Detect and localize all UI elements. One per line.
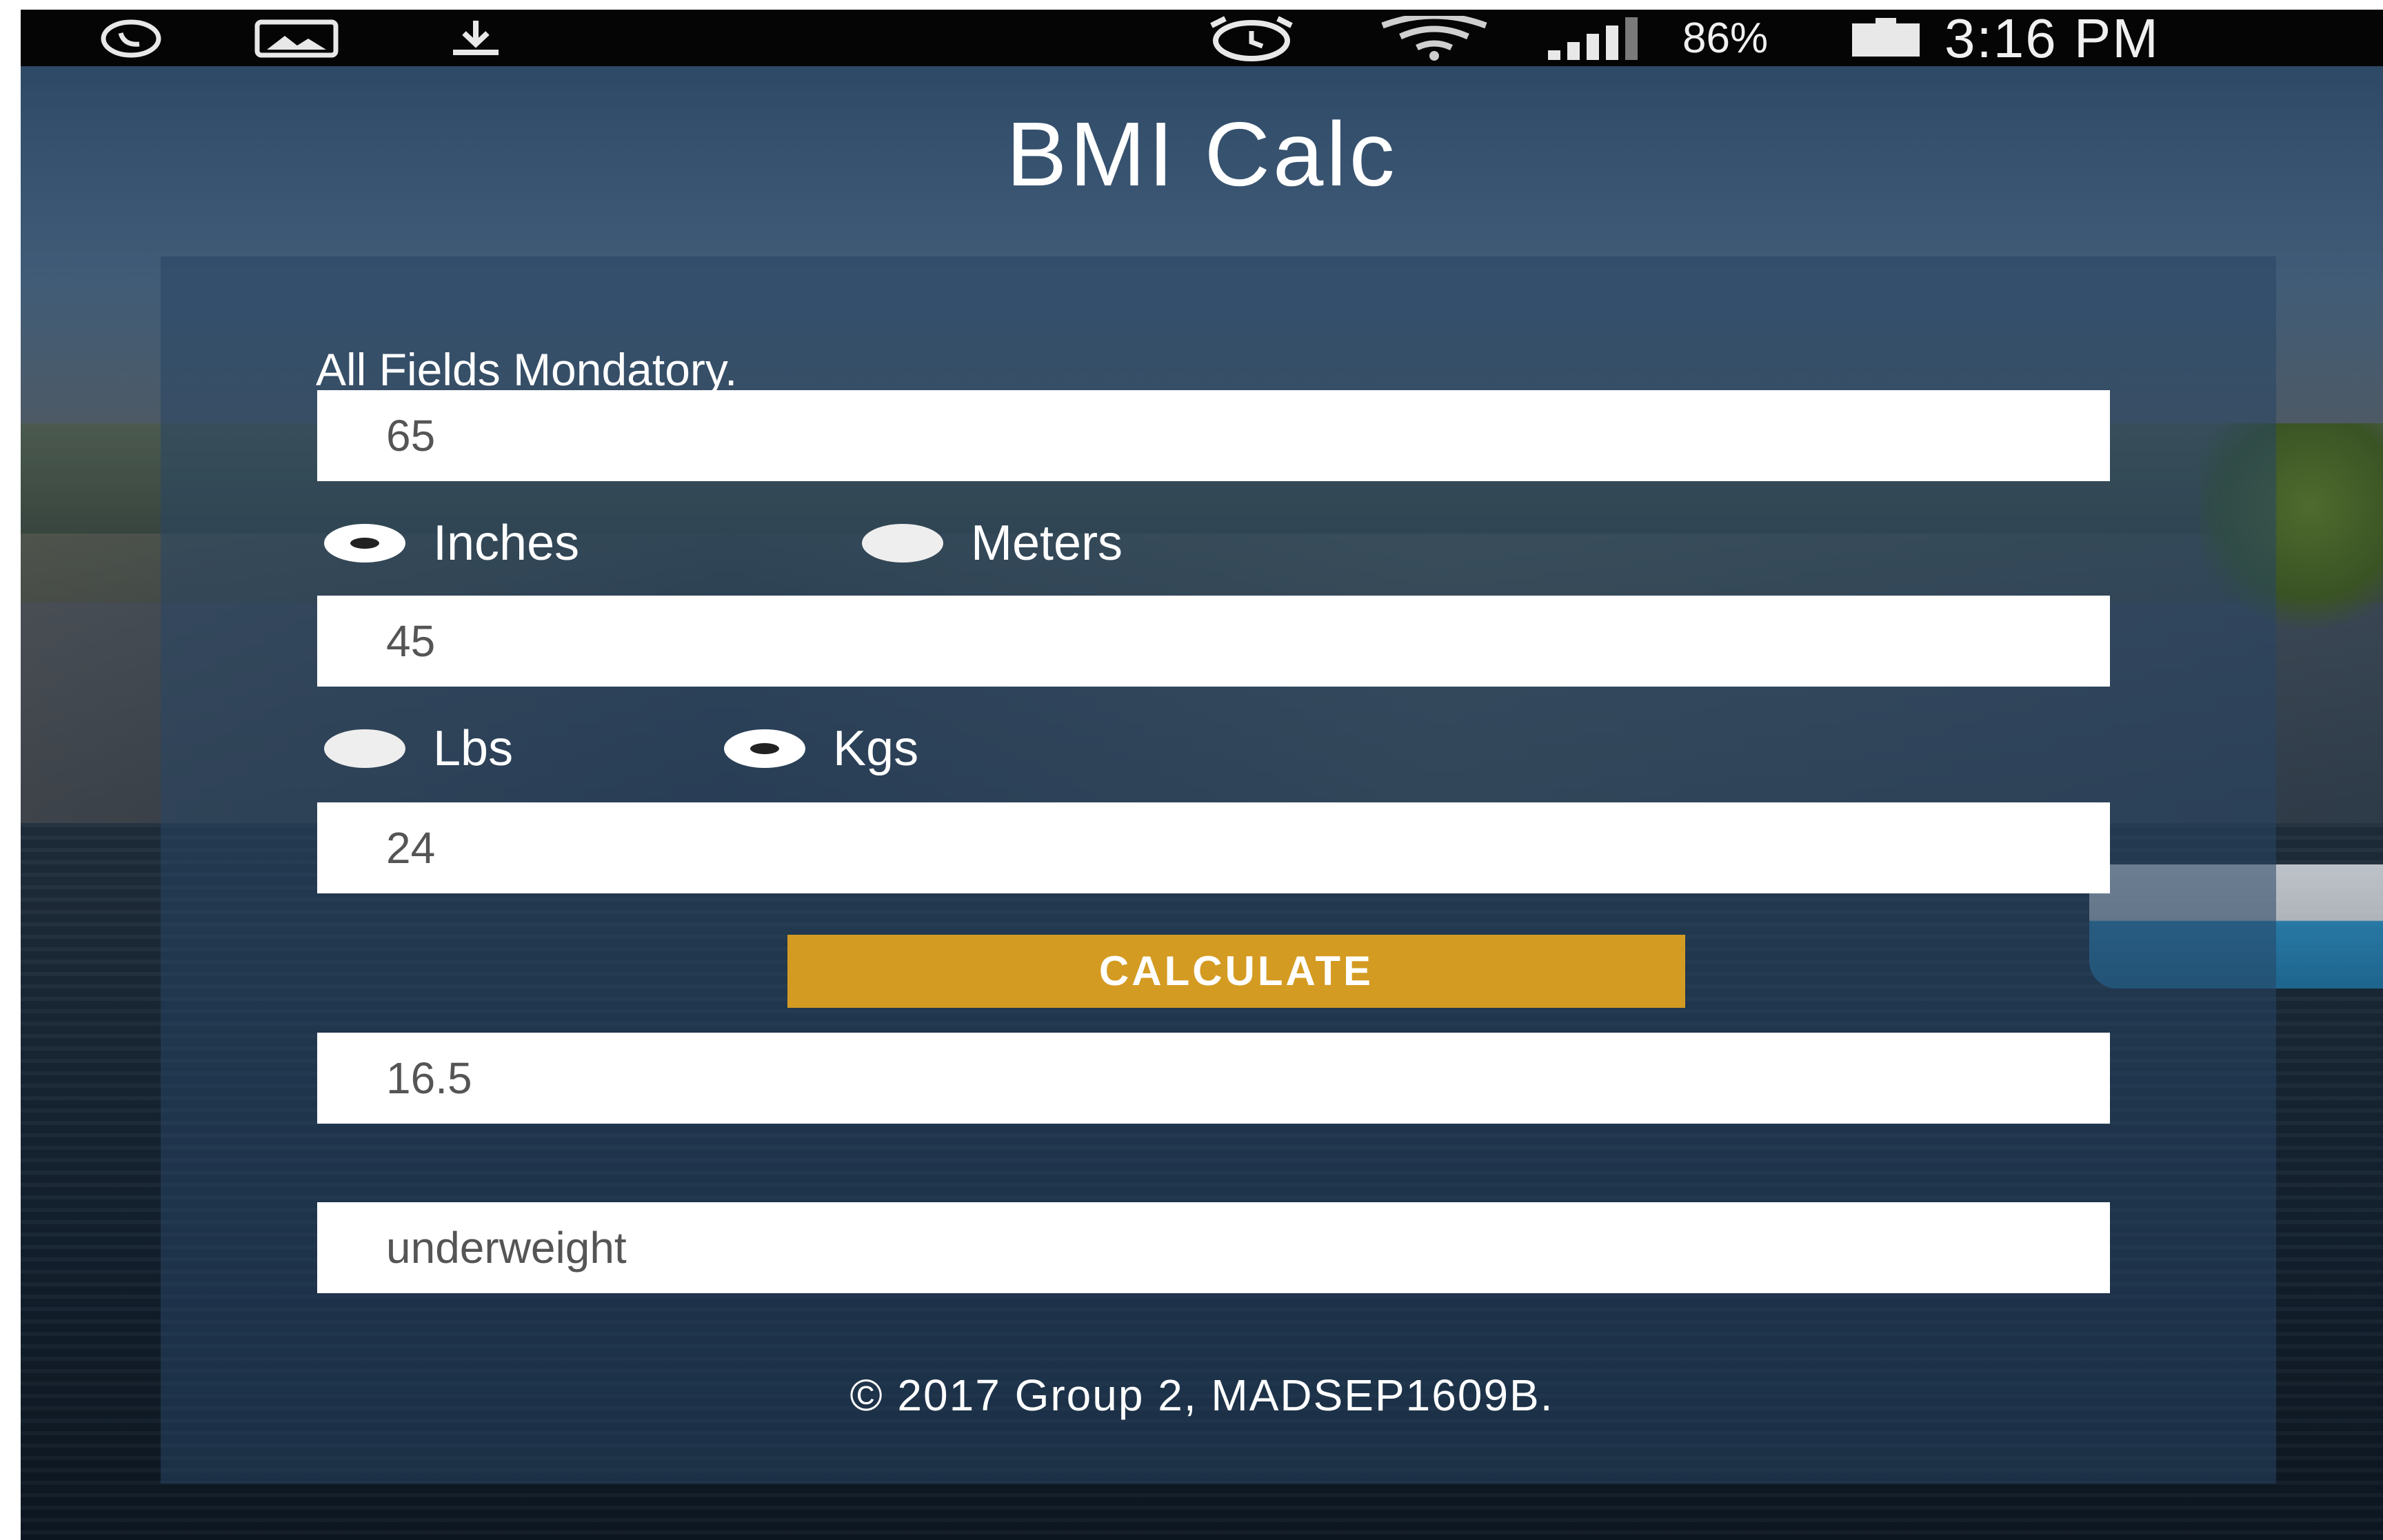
- radio-unchecked-icon: [324, 729, 405, 768]
- copyright-footer: © 2017 Group 2, MADSEP1609B.: [849, 1370, 1554, 1420]
- radio-inches[interactable]: Inches: [324, 509, 579, 578]
- radio-label-lbs: Lbs: [433, 721, 514, 776]
- radio-label-inches: Inches: [433, 516, 580, 571]
- app-title: BMI Calc: [1006, 103, 1398, 205]
- radio-kgs[interactable]: Kgs: [724, 714, 918, 783]
- wifi-icon: [1372, 16, 1496, 61]
- radio-lbs[interactable]: Lbs: [324, 714, 513, 783]
- mandatory-hint: All Fields Mondatory.: [316, 344, 738, 395]
- alarm-icon: [1193, 16, 1310, 61]
- clock-time: 3:16 PM: [1944, 10, 2160, 69]
- battery-percent: 86%: [1682, 14, 1769, 62]
- download-icon: [434, 18, 517, 59]
- height-unit-group: Inches Meters: [324, 509, 1703, 578]
- weight-input[interactable]: [317, 596, 2110, 687]
- calculate-button[interactable]: CALCULATE: [787, 935, 1685, 1008]
- radio-checked-icon: [724, 729, 805, 768]
- app-screen: 86% 3:16 PM BMI Calc All Fields Mondator…: [21, 10, 2383, 1540]
- weight-unit-group: Lbs Kgs: [324, 714, 1703, 783]
- radio-checked-icon: [324, 524, 405, 563]
- radio-unchecked-icon: [862, 524, 943, 563]
- age-input[interactable]: [317, 802, 2110, 893]
- bmi-result-field[interactable]: [317, 1033, 2110, 1124]
- whatsapp-icon: [90, 18, 172, 59]
- signal-icon: [1538, 17, 1648, 60]
- bmi-category-field[interactable]: [317, 1202, 2110, 1293]
- height-input[interactable]: [317, 390, 2110, 481]
- gallery-icon: [248, 18, 345, 59]
- radio-meters[interactable]: Meters: [862, 509, 1123, 578]
- radio-label-meters: Meters: [971, 516, 1123, 571]
- status-bar: 86% 3:16 PM: [21, 10, 2383, 66]
- device-frame: 86% 3:16 PM BMI Calc All Fields Mondator…: [0, 0, 2383, 1540]
- radio-label-kgs: Kgs: [833, 721, 919, 776]
- battery-icon: [1841, 18, 1931, 59]
